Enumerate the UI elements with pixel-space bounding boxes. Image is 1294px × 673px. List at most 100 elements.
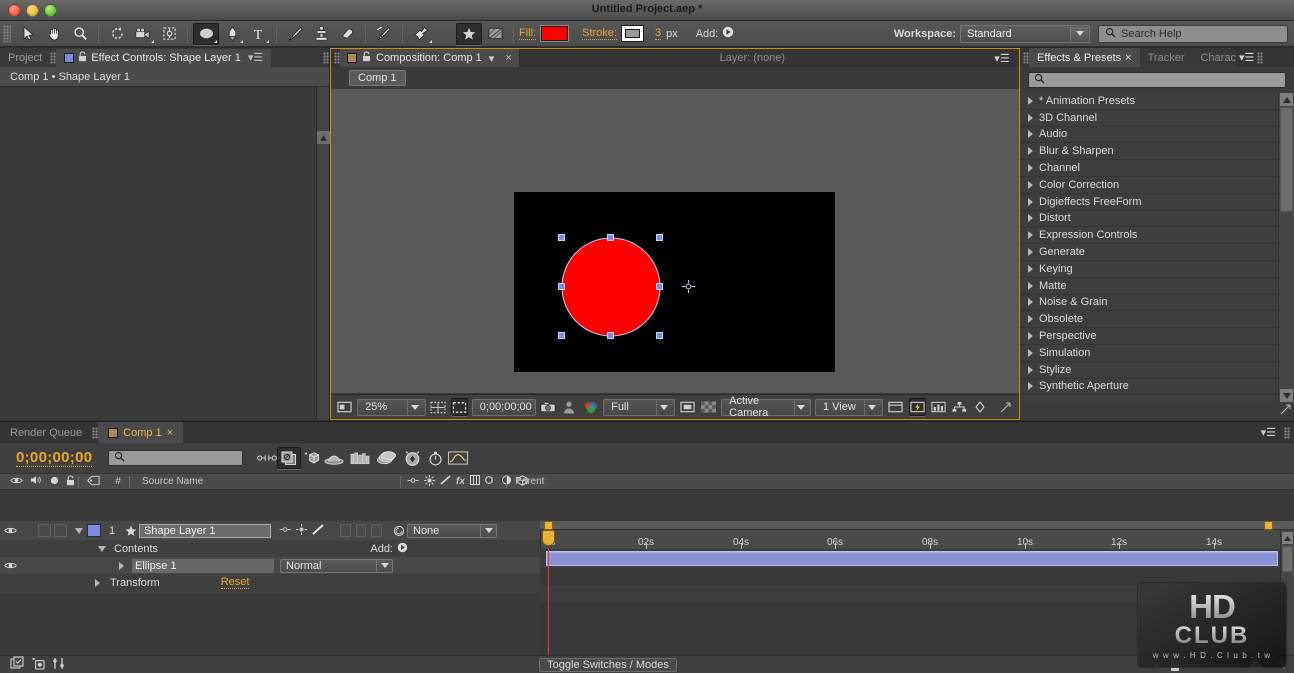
composition-viewer[interactable] bbox=[331, 89, 1019, 393]
panel-menu-icon[interactable]: ▾☰ bbox=[248, 51, 263, 64]
effect-category-row[interactable]: Obsolete bbox=[1020, 311, 1278, 329]
close-tab-icon[interactable]: × bbox=[505, 52, 511, 64]
tab-effect-controls[interactable]: Effect Controls: Shape Layer 1 ▾☰ bbox=[56, 48, 272, 67]
add-shape-menu[interactable]: Add: bbox=[370, 542, 540, 556]
chevron-right-icon[interactable] bbox=[1028, 348, 1033, 357]
panel-grip[interactable] bbox=[323, 51, 329, 64]
brush-tool[interactable] bbox=[282, 23, 308, 45]
layer-duration-bar[interactable] bbox=[546, 551, 1278, 566]
collapse-icon[interactable] bbox=[296, 523, 307, 538]
resize-grip-icon[interactable] bbox=[997, 398, 1014, 416]
comp-canvas[interactable] bbox=[514, 192, 835, 372]
hand-tool[interactable] bbox=[41, 23, 67, 45]
effect-category-row[interactable]: Noise & Grain bbox=[1020, 295, 1278, 312]
zoom-tool[interactable] bbox=[67, 23, 93, 45]
frame-blending-button[interactable] bbox=[321, 449, 347, 467]
draft-3d-button[interactable] bbox=[277, 447, 302, 469]
transform-reset-button[interactable]: Reset bbox=[220, 576, 250, 589]
scroll-down-icon[interactable] bbox=[1280, 389, 1293, 402]
effect-category-row[interactable]: Keying bbox=[1020, 261, 1278, 278]
effect-category-row[interactable]: Stylize bbox=[1020, 362, 1278, 379]
tab-layer[interactable]: Layer: (none) bbox=[518, 49, 985, 67]
effects-category-list[interactable]: * Animation Presets 3D Channel Audio Blu… bbox=[1020, 93, 1278, 402]
track-row-layer[interactable] bbox=[540, 549, 1294, 568]
enable-frame-blending-button[interactable] bbox=[52, 657, 65, 673]
transparency-grid-toggle[interactable] bbox=[482, 23, 508, 45]
snapping-toggle[interactable] bbox=[456, 22, 482, 45]
selection-handle-bc[interactable] bbox=[607, 332, 614, 339]
time-ruler[interactable]: 0s 02s 04s 06s 08s 10s 12s 14s bbox=[540, 530, 1294, 549]
layer-label-color[interactable] bbox=[87, 524, 101, 537]
pan-behind-tool[interactable] bbox=[156, 23, 182, 45]
frame-blend-switch[interactable] bbox=[355, 524, 367, 537]
ellipse-expand-toggle[interactable] bbox=[115, 561, 127, 570]
effect-category-row[interactable]: Matte bbox=[1020, 278, 1278, 295]
brainstorm-button[interactable] bbox=[373, 449, 399, 467]
chevron-right-icon[interactable] bbox=[1028, 298, 1033, 307]
hide-shy-layers-button[interactable] bbox=[301, 449, 321, 467]
list-item[interactable]: Transform Reset bbox=[0, 574, 540, 591]
eraser-tool[interactable] bbox=[334, 23, 360, 45]
list-item[interactable]: Ellipse 1 Normal bbox=[0, 557, 540, 574]
effect-category-row[interactable]: Color Correction bbox=[1020, 177, 1278, 194]
parent-pickwhip-icon[interactable] bbox=[391, 525, 407, 537]
effect-category-row[interactable]: Perspective bbox=[1020, 328, 1278, 345]
timeline-search-input[interactable] bbox=[108, 450, 244, 466]
search-help-input[interactable]: Search Help bbox=[1098, 24, 1288, 43]
motion-blur-button[interactable] bbox=[347, 449, 373, 467]
roto-brush-tool[interactable] bbox=[371, 23, 397, 45]
selection-tool[interactable] bbox=[15, 23, 41, 45]
timeline-marker-bar[interactable] bbox=[540, 521, 1294, 530]
effect-category-row[interactable]: Channel bbox=[1020, 160, 1278, 177]
fill-color-swatch[interactable] bbox=[541, 26, 569, 41]
exposure-button[interactable] bbox=[972, 398, 989, 416]
chevron-down-icon[interactable]: ▾ bbox=[489, 52, 495, 65]
panel-menu-icon[interactable]: ▾☰ bbox=[985, 51, 1019, 65]
effect-category-row[interactable]: Generate bbox=[1020, 244, 1278, 261]
chevron-right-icon[interactable] bbox=[1028, 248, 1033, 257]
parent-select[interactable]: None bbox=[407, 523, 497, 538]
selection-handle-tr[interactable] bbox=[656, 234, 663, 241]
chevron-right-icon[interactable] bbox=[1028, 147, 1033, 156]
selection-handle-tc[interactable] bbox=[607, 234, 614, 241]
fill-label[interactable]: Fill: bbox=[519, 27, 537, 40]
auto-keyframe-button[interactable] bbox=[399, 449, 425, 467]
timeline-button[interactable] bbox=[887, 398, 904, 416]
chevron-right-icon[interactable] bbox=[1028, 315, 1033, 324]
shape-tool[interactable] bbox=[193, 22, 219, 45]
chevron-right-icon[interactable] bbox=[1028, 332, 1033, 341]
resolution-select[interactable]: Full bbox=[603, 398, 675, 416]
region-of-interest-button[interactable] bbox=[450, 398, 468, 416]
chevron-right-icon[interactable] bbox=[1028, 264, 1033, 273]
tab-character[interactable]: Charac bbox=[1192, 48, 1236, 67]
selection-handle-bl[interactable] bbox=[558, 332, 565, 339]
chevron-right-icon[interactable] bbox=[1028, 164, 1033, 173]
list-item[interactable]: Contents Add: bbox=[0, 540, 540, 557]
current-time-indicator[interactable] bbox=[542, 530, 555, 546]
layer-audio-toggle[interactable] bbox=[38, 524, 51, 537]
chevron-right-icon[interactable] bbox=[1028, 281, 1033, 290]
clone-stamp-tool[interactable] bbox=[308, 23, 334, 45]
selection-handle-tl[interactable] bbox=[558, 234, 565, 241]
effects-switch[interactable] bbox=[340, 524, 351, 537]
playhead-line[interactable] bbox=[548, 549, 549, 655]
effect-category-row[interactable]: Synthetic Aperture bbox=[1020, 379, 1278, 396]
breadcrumb-comp-1[interactable]: Comp 1 bbox=[349, 70, 406, 86]
show-snapshot-button[interactable] bbox=[561, 398, 578, 416]
quality-icon[interactable] bbox=[312, 523, 324, 538]
effect-category-row[interactable]: Blur & Sharpen bbox=[1020, 143, 1278, 161]
effect-controls-scrollbar[interactable] bbox=[316, 87, 330, 438]
layer-expand-toggle[interactable] bbox=[73, 527, 85, 534]
selection-handle-ml[interactable] bbox=[558, 283, 565, 290]
stopwatch-button[interactable] bbox=[425, 449, 445, 467]
stroke-label[interactable]: Stroke: bbox=[582, 27, 617, 40]
chevron-right-icon[interactable] bbox=[1028, 197, 1033, 206]
effect-category-row[interactable]: Distort bbox=[1020, 211, 1278, 228]
add-menu-icon[interactable] bbox=[397, 542, 408, 556]
renderer-options-button[interactable] bbox=[930, 398, 947, 416]
layer-visibility-toggle[interactable] bbox=[0, 526, 20, 535]
tab-composition[interactable]: Composition: Comp 1 ▾ × bbox=[340, 49, 519, 67]
ellipse-shape[interactable] bbox=[514, 192, 835, 372]
scroll-up-icon[interactable] bbox=[1282, 532, 1293, 544]
grid-guides-button[interactable] bbox=[430, 398, 447, 416]
